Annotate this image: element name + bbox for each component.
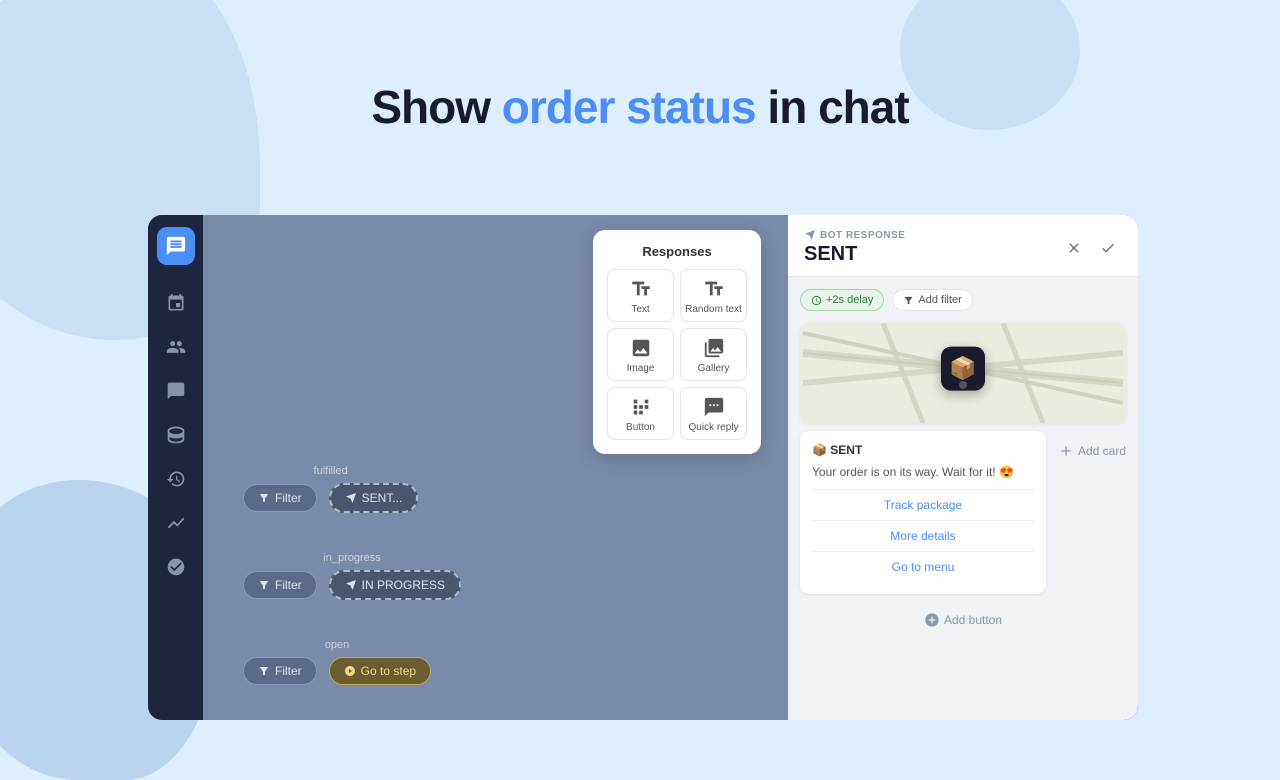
filter-node-in-progress[interactable]: Filter xyxy=(243,571,317,599)
bot-panel-tag: BOT RESPONSE xyxy=(804,229,905,241)
message-card-text: Your order is on its way. Wait for it! 😍 xyxy=(812,463,1034,481)
sidebar-item-history[interactable] xyxy=(158,461,194,497)
message-card: 📦 SENT Your order is on its way. Wait fo… xyxy=(800,431,1046,594)
responses-panel-title: Responses xyxy=(607,244,747,259)
filter-icon xyxy=(903,295,914,306)
sidebar-item-conversations[interactable] xyxy=(158,373,194,409)
bot-response-label-fulfilled: SENT... xyxy=(362,491,403,505)
filter-label: Add filter xyxy=(918,294,961,306)
flow-label-fulfilled: fulfilled xyxy=(243,465,418,477)
more-details-button[interactable]: More details xyxy=(812,521,1034,552)
bot-panel-header-actions xyxy=(1060,234,1122,262)
flow-section-fulfilled: fulfilled Filter SENT... xyxy=(243,465,418,513)
add-button-button[interactable]: Add button xyxy=(924,612,1002,628)
delay-filter-row: +2s delay Add filter xyxy=(800,289,1126,311)
responses-grid: Text Random text Image Gallery Button xyxy=(607,269,747,440)
ui-container: fulfilled Filter SENT... in_progress Fil… xyxy=(148,215,1138,720)
goto-label-open: Go to step xyxy=(361,664,416,678)
flow-label-open: open xyxy=(243,639,431,651)
sidebar-item-flows[interactable] xyxy=(158,285,194,321)
heading-suffix: in chat xyxy=(756,81,909,133)
send-icon xyxy=(804,229,816,241)
response-item-text[interactable]: Text xyxy=(607,269,674,322)
random-text-icon xyxy=(703,278,725,300)
sidebar-item-database[interactable] xyxy=(158,417,194,453)
response-item-gallery-label: Gallery xyxy=(698,363,730,374)
filter-badge[interactable]: Add filter xyxy=(892,289,972,311)
response-item-random-text-label: Random text xyxy=(685,304,742,315)
heading-highlight: order status xyxy=(502,81,756,133)
responses-panel: Responses Text Random text Image Gallery xyxy=(593,230,761,454)
goto-node-open[interactable]: Go to step xyxy=(329,657,431,685)
filter-label-in-progress: Filter xyxy=(275,578,302,592)
filter-label-open: Filter xyxy=(275,664,302,678)
clock-icon xyxy=(811,295,822,306)
filter-label-fulfilled: Filter xyxy=(275,491,302,505)
response-item-text-label: Text xyxy=(631,304,649,315)
chat-icon xyxy=(165,235,187,257)
response-item-random-text[interactable]: Random text xyxy=(680,269,747,322)
response-item-image-label: Image xyxy=(627,363,655,374)
map-visual: 📦 xyxy=(800,323,1126,423)
response-item-quick-reply-label: Quick reply xyxy=(688,422,738,433)
flow-label-in-progress: in_progress xyxy=(243,552,461,564)
sidebar-item-analytics[interactable] xyxy=(158,505,194,541)
filter-node-fulfilled[interactable]: Filter xyxy=(243,484,317,512)
close-button[interactable] xyxy=(1060,234,1088,262)
delay-badge[interactable]: +2s delay xyxy=(800,289,884,311)
add-card-area: Add card xyxy=(1054,435,1126,459)
bot-panel-title: SENT xyxy=(804,243,905,266)
sidebar-item-contacts[interactable] xyxy=(158,329,194,365)
sidebar-item-settings[interactable] xyxy=(158,549,194,585)
message-buttons: Track package More details Go to menu xyxy=(812,489,1034,582)
bot-panel-body: +2s delay Add filter xyxy=(788,277,1138,720)
bot-response-label-in-progress: IN PROGRESS xyxy=(362,578,445,592)
response-item-gallery[interactable]: Gallery xyxy=(680,328,747,381)
text-icon xyxy=(630,278,652,300)
bot-response-node-fulfilled[interactable]: SENT... xyxy=(329,483,419,513)
sidebar-logo[interactable] xyxy=(157,227,195,265)
sidebar xyxy=(148,215,203,720)
delay-label: +2s delay xyxy=(826,294,873,306)
filter-node-open[interactable]: Filter xyxy=(243,657,317,685)
button-icon xyxy=(630,396,652,418)
map-dot xyxy=(959,381,967,389)
image-icon xyxy=(630,337,652,359)
plus-icon xyxy=(1058,443,1074,459)
add-button-area: Add button xyxy=(800,612,1126,628)
heading-prefix: Show xyxy=(371,81,501,133)
confirm-button[interactable] xyxy=(1094,234,1122,262)
plus-circle-icon xyxy=(924,612,940,628)
bot-response-panel: BOT RESPONSE SENT +2s delay xyxy=(788,215,1138,720)
flow-section-open: open Filter Go to step xyxy=(243,639,431,685)
bot-panel-header: BOT RESPONSE SENT xyxy=(788,215,1138,277)
response-item-quick-reply[interactable]: Quick reply xyxy=(680,387,747,440)
page-heading: Show order status in chat xyxy=(0,80,1280,134)
track-package-button[interactable]: Track package xyxy=(812,490,1034,521)
response-item-button[interactable]: Button xyxy=(607,387,674,440)
message-card-title: 📦 SENT xyxy=(812,443,1034,457)
quick-reply-icon xyxy=(703,396,725,418)
go-to-menu-button[interactable]: Go to menu xyxy=(812,552,1034,582)
bot-response-node-in-progress[interactable]: IN PROGRESS xyxy=(329,570,461,600)
map-card: 📦 xyxy=(800,323,1126,423)
response-item-button-label: Button xyxy=(626,422,655,433)
gallery-icon xyxy=(703,337,725,359)
response-item-image[interactable]: Image xyxy=(607,328,674,381)
flow-section-in-progress: in_progress Filter IN PROGRESS xyxy=(243,552,461,600)
add-card-button[interactable]: Add card xyxy=(1058,443,1126,459)
